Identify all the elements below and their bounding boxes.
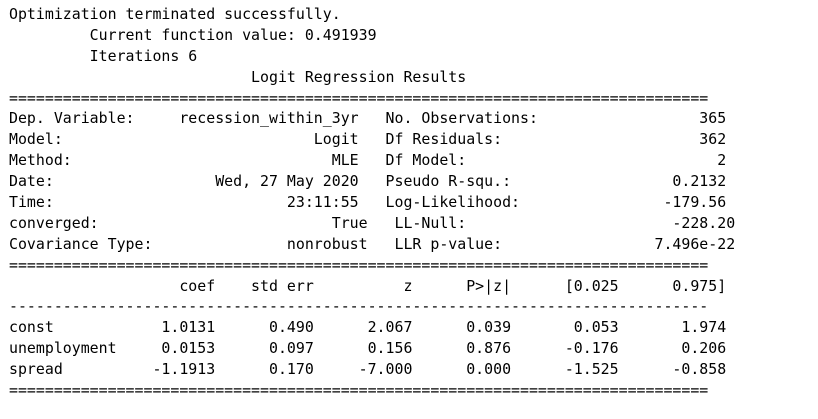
summary-row-date: Date: Wed, 27 May 2020 Pseudo R-squ.: 0.…	[9, 172, 727, 191]
separator-line: ========================================…	[9, 88, 709, 107]
summary-row-converged: converged: True LL-Null: -228.20	[9, 213, 736, 232]
coef-row-const: const 1.0131 0.490 2.067 0.039 0.053 1.9…	[9, 318, 727, 337]
status-message: Optimization terminated successfully.	[9, 5, 341, 23]
function-value-line: Current function value: 0.491939	[9, 25, 377, 44]
summary-row-covariance: Covariance Type: nonrobust LLR p-value: …	[9, 234, 736, 253]
separator-line: ========================================…	[9, 381, 709, 400]
coef-table-header: coef std err z P>|z| [0.025 0.975]	[9, 276, 727, 295]
regression-output: Optimization terminated successfully. Cu…	[9, 4, 735, 401]
separator-line: ========================================…	[9, 255, 709, 274]
summary-row-time: Time: 23:11:55 Log-Likelihood: -179.56	[9, 193, 727, 212]
results-title: Logit Regression Results	[9, 67, 709, 86]
summary-row-dep-variable: Dep. Variable: recession_within_3yr No. …	[9, 109, 727, 128]
summary-row-model: Model: Logit Df Residuals: 362	[9, 130, 727, 149]
coef-row-spread: spread -1.1913 0.170 -7.000 0.000 -1.525…	[9, 360, 727, 379]
summary-row-method: Method: MLE Df Model: 2	[9, 151, 727, 170]
dashed-separator-line: ----------------------------------------…	[9, 297, 709, 316]
iterations-line: Iterations 6	[9, 46, 198, 65]
coef-row-unemployment: unemployment 0.0153 0.097 0.156 0.876 -0…	[9, 339, 727, 358]
